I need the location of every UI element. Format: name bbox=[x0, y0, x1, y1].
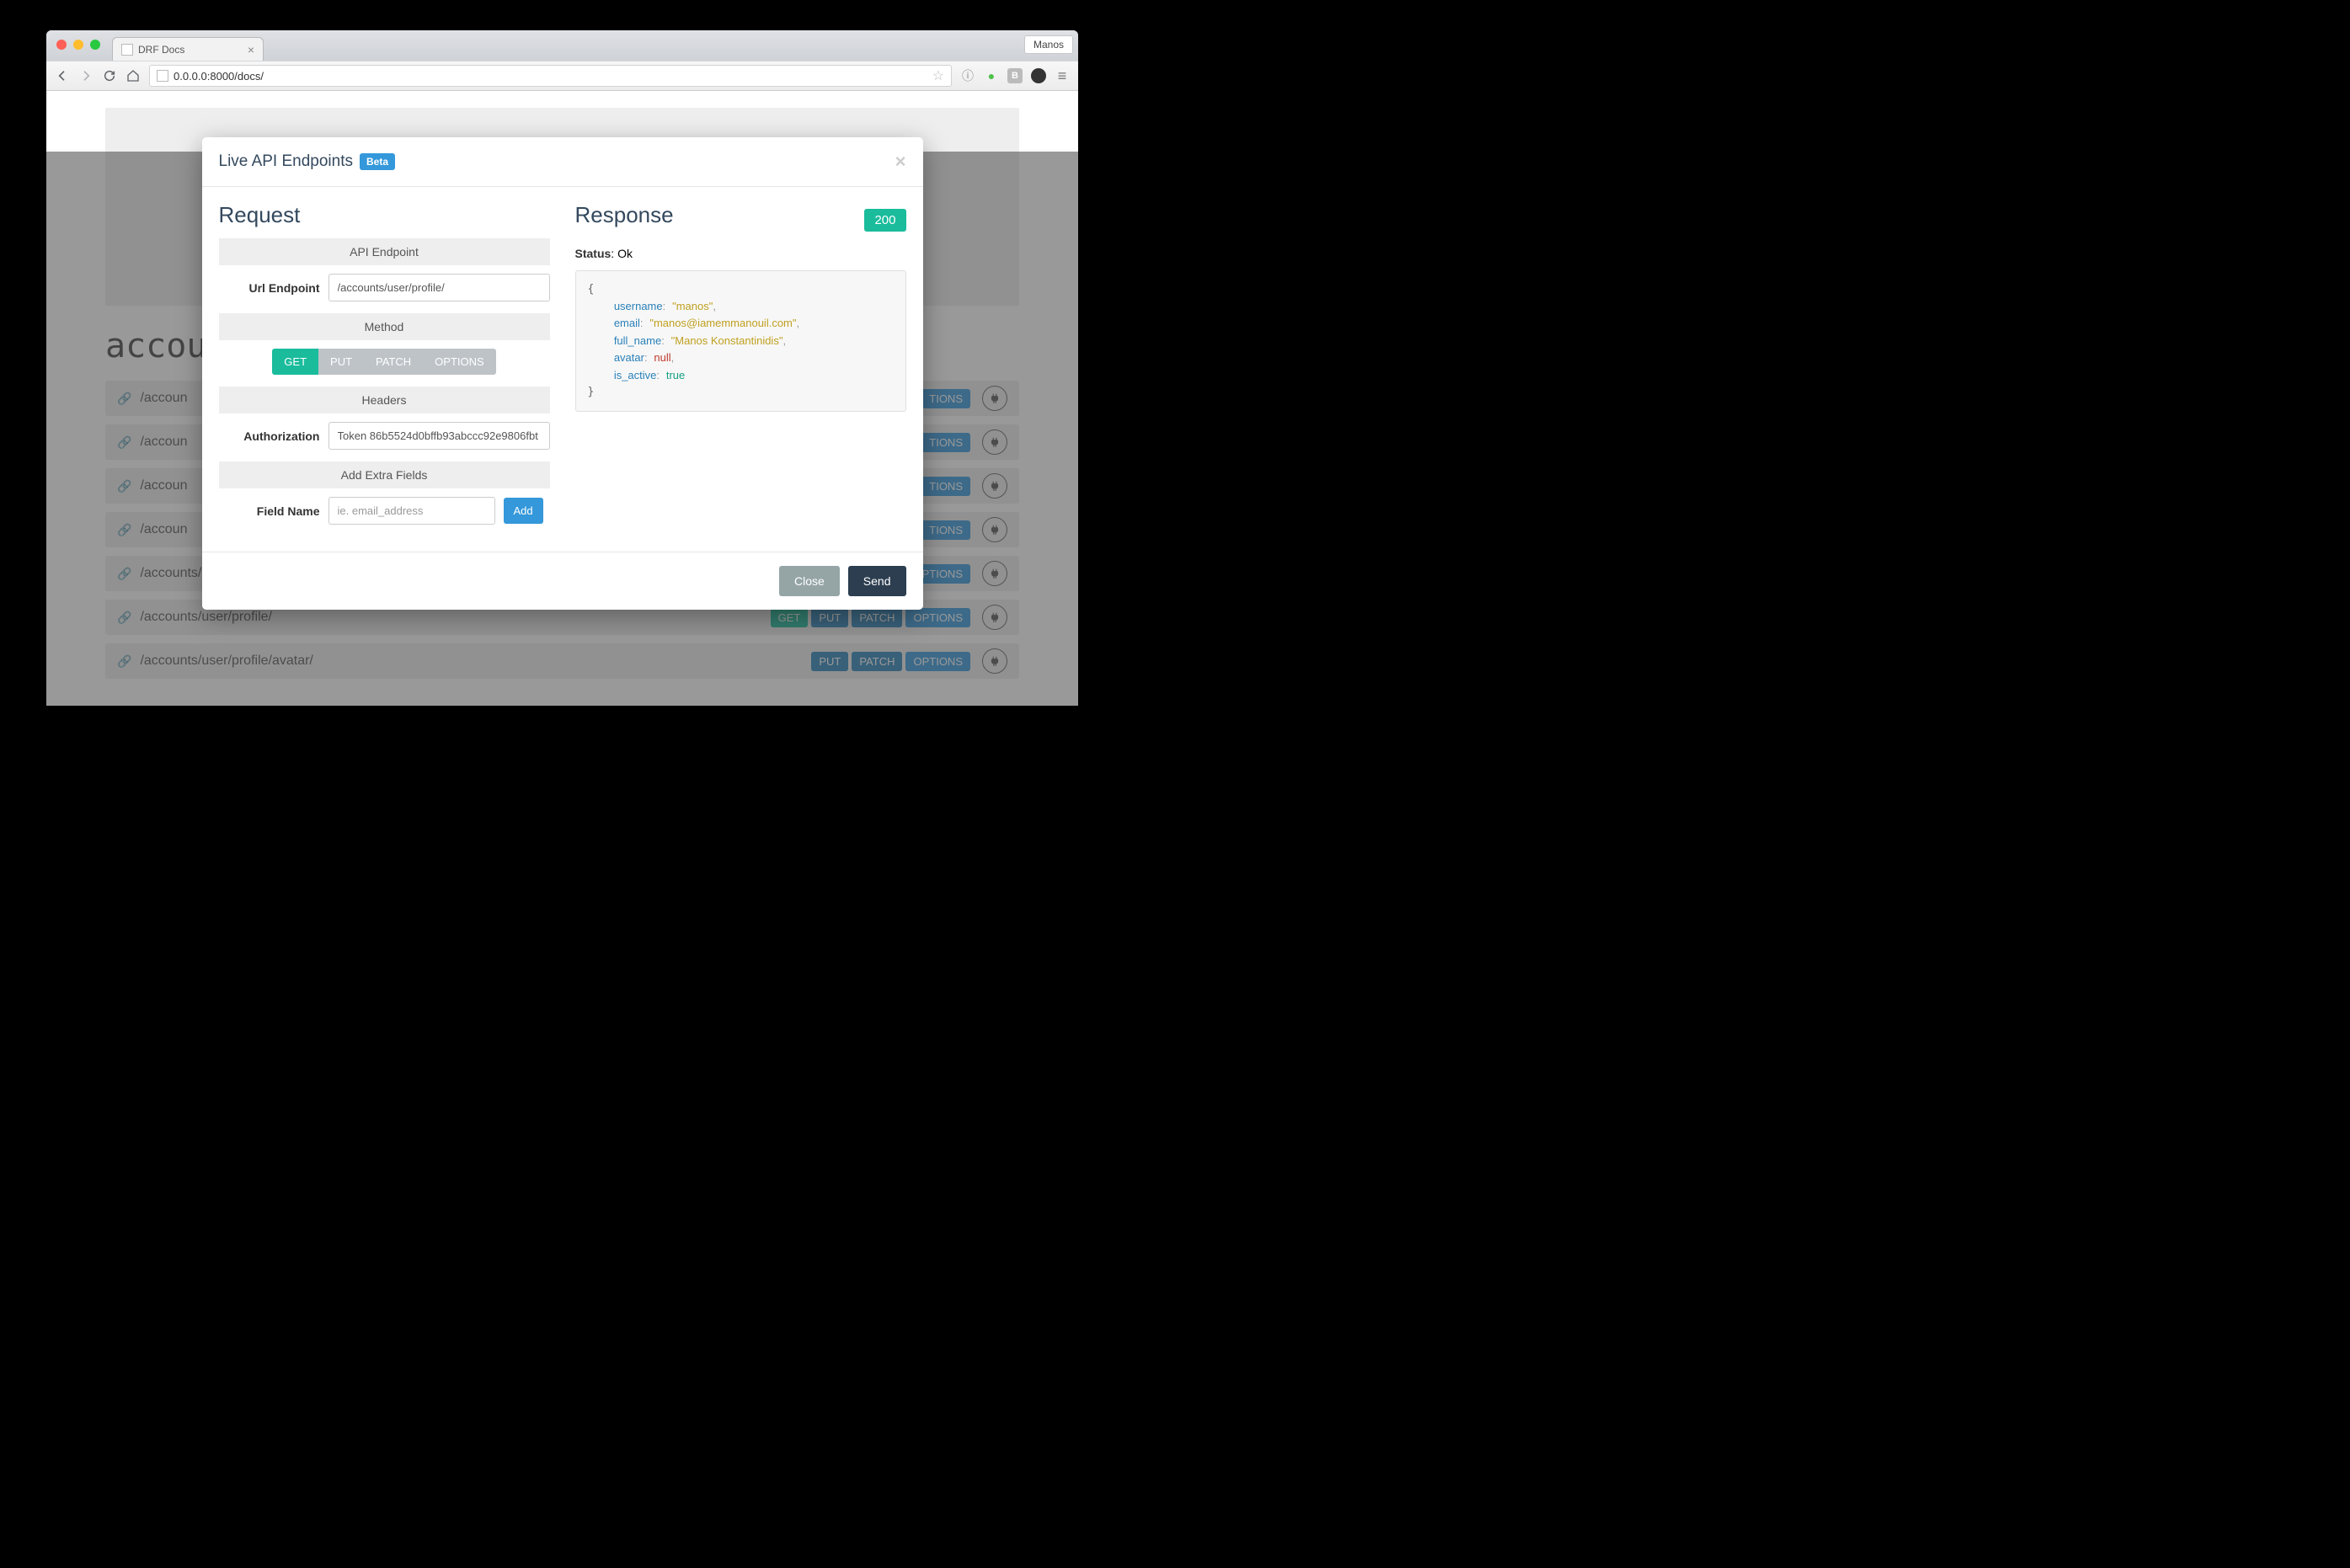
extension-icon[interactable]: B bbox=[1007, 68, 1023, 83]
section-header: Add Extra Fields bbox=[219, 461, 550, 488]
modal-footer: Close Send bbox=[202, 552, 923, 610]
status-line: Status: Ok bbox=[575, 247, 906, 260]
close-icon[interactable]: × bbox=[895, 151, 906, 173]
tab-bar: DRF Docs × Manos bbox=[46, 30, 1078, 61]
field-input[interactable] bbox=[328, 497, 495, 525]
home-icon[interactable] bbox=[126, 68, 141, 83]
bookmark-star-icon[interactable]: ☆ bbox=[932, 67, 944, 84]
method-group: GETPUTPATCHOPTIONS bbox=[272, 349, 495, 375]
request-panel: Request API Endpoint Url Endpoint Method… bbox=[219, 202, 550, 536]
modal-title: Live API Endpoints bbox=[219, 152, 354, 171]
url-label: Url Endpoint bbox=[219, 281, 320, 295]
section-header: API Endpoint bbox=[219, 238, 550, 265]
back-icon[interactable] bbox=[55, 68, 70, 83]
browser-tab[interactable]: DRF Docs × bbox=[112, 37, 264, 61]
section-header: Headers bbox=[219, 387, 550, 413]
menu-icon[interactable]: ≡ bbox=[1055, 68, 1070, 83]
url-input[interactable] bbox=[328, 274, 550, 301]
request-heading: Request bbox=[219, 202, 550, 228]
section-header: Method bbox=[219, 313, 550, 340]
close-tab-icon[interactable]: × bbox=[248, 43, 254, 56]
tab-title: DRF Docs bbox=[138, 44, 184, 56]
window-controls bbox=[56, 40, 100, 50]
method-put-button[interactable]: PUT bbox=[318, 349, 364, 375]
page-icon bbox=[121, 44, 133, 56]
response-panel: Response 200 Status: Ok { username: "man… bbox=[575, 202, 906, 536]
close-button[interactable]: Close bbox=[779, 566, 840, 596]
reload-icon[interactable] bbox=[102, 68, 117, 83]
method-patch-button[interactable]: PATCH bbox=[364, 349, 423, 375]
extension-icon[interactable] bbox=[1031, 68, 1046, 83]
auth-label: Authorization bbox=[219, 429, 320, 443]
response-heading: Response bbox=[575, 202, 674, 228]
modal-header: Live API Endpoints Beta × bbox=[202, 137, 923, 187]
address-bar[interactable]: 0.0.0.0:8000/docs/ ☆ bbox=[149, 65, 952, 87]
maximize-window-icon[interactable] bbox=[90, 40, 100, 50]
live-api-modal: Live API Endpoints Beta × Request API En… bbox=[202, 137, 923, 610]
extension-icon[interactable]: ● bbox=[984, 68, 999, 83]
method-options-button[interactable]: OPTIONS bbox=[423, 349, 496, 375]
profile-button[interactable]: Manos bbox=[1024, 35, 1073, 54]
url-text: 0.0.0.0:8000/docs/ bbox=[174, 70, 264, 83]
method-get-button[interactable]: GET bbox=[272, 349, 318, 375]
status-code-badge: 200 bbox=[864, 209, 905, 232]
send-button[interactable]: Send bbox=[848, 566, 906, 596]
add-button[interactable]: Add bbox=[504, 498, 543, 524]
extension-icon[interactable]: ⓘ bbox=[960, 68, 975, 83]
forward-icon[interactable] bbox=[78, 68, 93, 83]
field-label: Field Name bbox=[219, 504, 320, 518]
site-info-icon[interactable] bbox=[157, 70, 168, 82]
minimize-window-icon[interactable] bbox=[73, 40, 83, 50]
close-window-icon[interactable] bbox=[56, 40, 67, 50]
auth-input[interactable] bbox=[328, 422, 550, 450]
browser-window: DRF Docs × Manos 0.0.0.0:8000/docs/ ☆ ⓘ … bbox=[46, 30, 1078, 706]
toolbar: 0.0.0.0:8000/docs/ ☆ ⓘ ● B ≡ bbox=[46, 61, 1078, 91]
extensions: ⓘ ● B ≡ bbox=[960, 68, 1070, 83]
response-body: { username: "manos", email: "manos@iamem… bbox=[575, 270, 906, 412]
beta-badge: Beta bbox=[360, 153, 395, 170]
page-viewport: accoun 🔗/accounTIONS🔗/accounTIONS🔗/accou… bbox=[46, 91, 1078, 706]
